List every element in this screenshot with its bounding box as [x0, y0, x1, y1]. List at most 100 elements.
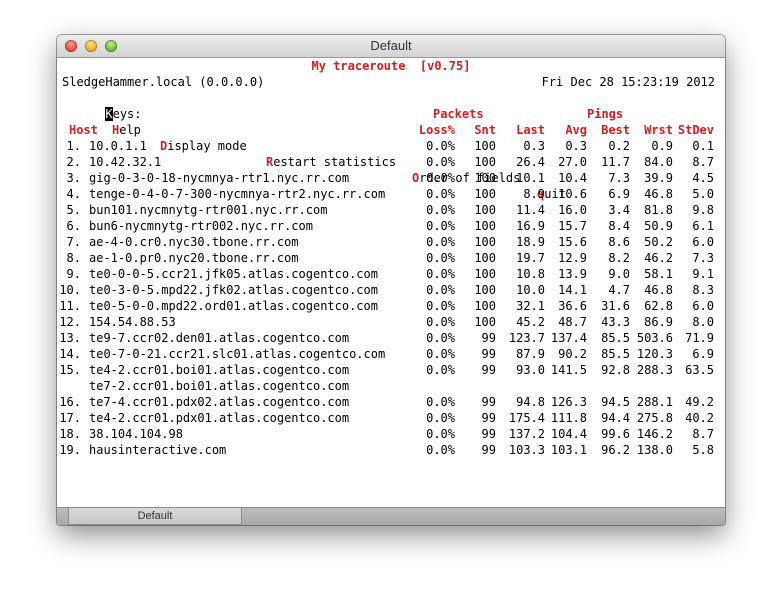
hop-avg: 12.9 [558, 251, 587, 265]
hop-stdev: 4.5 [692, 171, 714, 185]
hop-avg: 137.4 [550, 331, 587, 345]
hop-loss: 0.0% [426, 219, 455, 233]
hop-loss: 0.0% [426, 155, 455, 169]
hop-loss: 0.0% [426, 427, 455, 441]
hop-best: 94.4 [601, 411, 630, 425]
hop-last: 0.3 [523, 139, 545, 153]
hop-number: 1. [66, 139, 81, 153]
host-line: SledgeHammer.local (0.0.0.0) [62, 75, 265, 89]
hop-stdev: 5.0 [692, 187, 714, 201]
hop-loss: 0.0% [426, 267, 455, 281]
hop-best: 85.5 [601, 331, 630, 345]
hop-loss: 0.0% [426, 443, 455, 457]
hop-loss: 0.0% [426, 171, 455, 185]
hop-avg: 10.6 [558, 187, 587, 201]
hop-snt: 100 [474, 267, 496, 281]
hop-wrst [633, 378, 673, 394]
hop-stdev: 6.0 [692, 235, 714, 249]
host-column-header: Host [69, 123, 98, 137]
help-key[interactable]: Help [112, 122, 141, 138]
hop-best: 85.5 [601, 347, 630, 361]
hop-best: 3.4 [608, 203, 630, 217]
avg-column-header: Avg [565, 123, 587, 137]
hop-host: ae-1-0.pr0.nyc20.tbone.rr.com [89, 251, 299, 265]
hop-last: 16.9 [516, 219, 545, 233]
hop-best: 96.2 [601, 443, 630, 457]
hop-stdev: 6.0 [692, 299, 714, 313]
hop-loss: 0.0% [426, 203, 455, 217]
tab-default[interactable]: Default [68, 508, 242, 525]
hop-avg: 10.4 [558, 171, 587, 185]
snt-column-header: Snt [474, 123, 496, 137]
hop-loss: 0.0% [426, 139, 455, 153]
hop-best: 4.7 [608, 283, 630, 297]
hop-number: 15. [59, 363, 81, 377]
hop-last: 175.4 [508, 411, 545, 425]
hop-number [59, 378, 81, 394]
hop-last: 103.3 [508, 443, 545, 457]
hop-avg: 111.8 [550, 411, 587, 425]
hop-stdev: 7.3 [692, 251, 714, 265]
hop-best: 8.2 [608, 251, 630, 265]
hop-last: 10.1 [516, 171, 545, 185]
hop-number: 11. [59, 299, 81, 313]
hop-last: 123.7 [508, 331, 545, 345]
hop-last: 8.9 [523, 187, 545, 201]
hop-stdev: 5.8 [692, 443, 714, 457]
hop-wrst: 84.0 [644, 155, 673, 169]
hop-host: te0-7-0-21.ccr21.slc01.atlas.cogentco.co… [89, 347, 386, 361]
hop-host: ae-4-0.cr0.nyc30.tbone.rr.com [89, 235, 299, 249]
hop-stdev: 71.9 [685, 331, 714, 345]
pings-header: Pings [587, 107, 624, 121]
hop-best: 11.7 [601, 155, 630, 169]
hop-last: 10.0 [516, 283, 545, 297]
hop-wrst: 81.8 [644, 203, 673, 217]
hop-loss: 0.0% [426, 411, 455, 425]
hop-wrst: 46.2 [644, 251, 673, 265]
hop-best: 6.9 [608, 187, 630, 201]
hop-snt: 99 [481, 363, 496, 377]
hop-number: 7. [66, 235, 81, 249]
hop-snt: 100 [474, 299, 496, 313]
hop-loss: 0.0% [426, 299, 455, 313]
app-title: My traceroute [v0.75] [311, 59, 471, 73]
hop-number: 2. [66, 155, 81, 169]
hop-stdev: 8.7 [692, 155, 714, 169]
hop-host: te4-2.ccr01.boi01.atlas.cogentco.com [89, 363, 350, 377]
hop-wrst: 39.9 [644, 171, 673, 185]
hop-snt: 99 [481, 411, 496, 425]
last-column-header: Last [516, 123, 545, 137]
hop-stdev: 0.1 [692, 139, 714, 153]
terminal-content[interactable]: My traceroute [v0.75] SledgeHammer.local… [57, 58, 725, 507]
hop-snt: 100 [474, 315, 496, 329]
hop-stdev: 9.1 [692, 267, 714, 281]
hop-number: 3. [66, 171, 81, 185]
hop-snt: 100 [474, 187, 496, 201]
hop-last [505, 378, 545, 394]
hop-best: 99.6 [601, 427, 630, 441]
hop-wrst: 50.2 [644, 235, 673, 249]
hop-number: 4. [66, 187, 81, 201]
hop-number: 12. [59, 315, 81, 329]
hop-best: 43.3 [601, 315, 630, 329]
wrst-column-header: Wrst [644, 123, 673, 137]
keys-bar: Keys: Help Display mode Restart statisti… [62, 90, 566, 201]
hop-snt: 100 [474, 251, 496, 265]
hop-avg: 48.7 [558, 315, 587, 329]
hop-wrst: 46.8 [644, 283, 673, 297]
hop-host: hausinteractive.com [89, 443, 227, 457]
hop-best: 92.8 [601, 363, 630, 377]
hop-loss: 0.0% [426, 251, 455, 265]
hop-avg: 90.2 [558, 347, 587, 361]
terminal-window: Default My traceroute [v0.75] SledgeHamm… [57, 35, 725, 525]
title-bar[interactable]: Default [57, 35, 725, 58]
hop-avg: 104.4 [550, 427, 587, 441]
hop-snt: 99 [481, 395, 496, 409]
hop-snt: 100 [474, 283, 496, 297]
hop-avg: 13.9 [558, 267, 587, 281]
hop-number: 14. [59, 347, 81, 361]
hop-number: 9. [66, 267, 81, 281]
hop-snt: 99 [481, 331, 496, 345]
hop-avg: 14.1 [558, 283, 587, 297]
hop-wrst: 58.1 [644, 267, 673, 281]
